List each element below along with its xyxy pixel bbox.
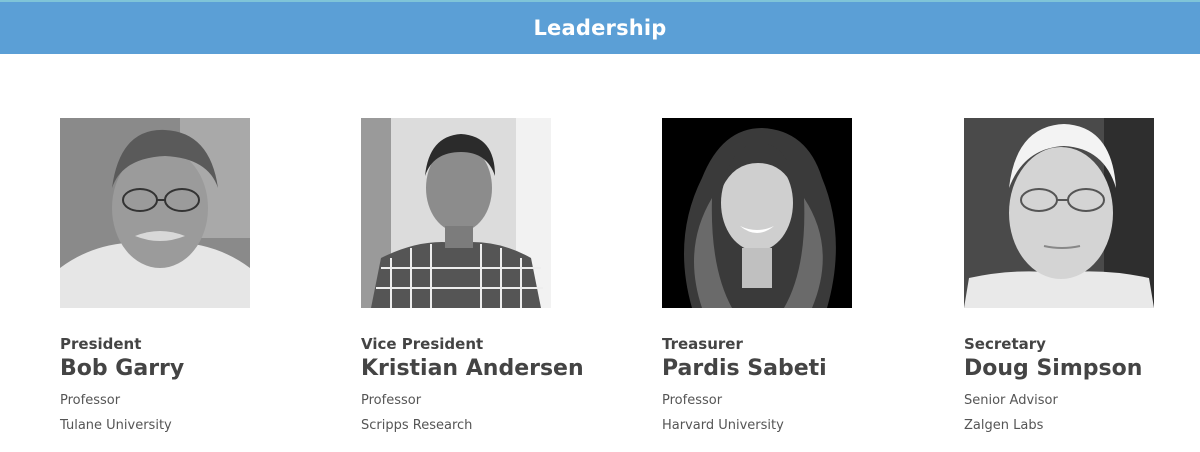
section-title: Leadership (533, 16, 667, 40)
leader-card-secretary: Secretary Doug Simpson Senior Advisor Za… (964, 118, 1200, 434)
member-organization: Tulane University (60, 418, 172, 433)
member-organization: Zalgen Labs (964, 418, 1044, 433)
portrait-photo (662, 118, 852, 308)
section-header: Leadership (0, 0, 1200, 54)
member-role: Secretary (964, 335, 1046, 353)
member-name: Doug Simpson (964, 356, 1143, 381)
member-title: Professor (60, 393, 121, 408)
member-role: Treasurer (662, 335, 743, 353)
member-organization: Scripps Research (361, 418, 473, 433)
member-name: Pardis Sabeti (662, 356, 827, 381)
portrait-photo (964, 118, 1154, 308)
portrait-photo (361, 118, 551, 308)
leader-card-vice-president: Vice President Kristian Andersen Profess… (361, 118, 601, 434)
leader-card-treasurer: Treasurer Pardis Sabeti Professor Harvar… (662, 118, 902, 434)
member-organization: Harvard University (662, 418, 784, 433)
member-title: Senior Advisor (964, 393, 1058, 408)
member-title: Professor (662, 393, 723, 408)
portrait-photo (60, 118, 250, 308)
member-role: President (60, 335, 142, 353)
member-role: Vice President (361, 335, 484, 353)
member-title: Professor (361, 393, 422, 408)
leader-card-president: President Bob Garry Professor Tulane Uni… (60, 118, 300, 434)
member-name: Kristian Andersen (361, 356, 584, 381)
member-name: Bob Garry (60, 356, 185, 381)
